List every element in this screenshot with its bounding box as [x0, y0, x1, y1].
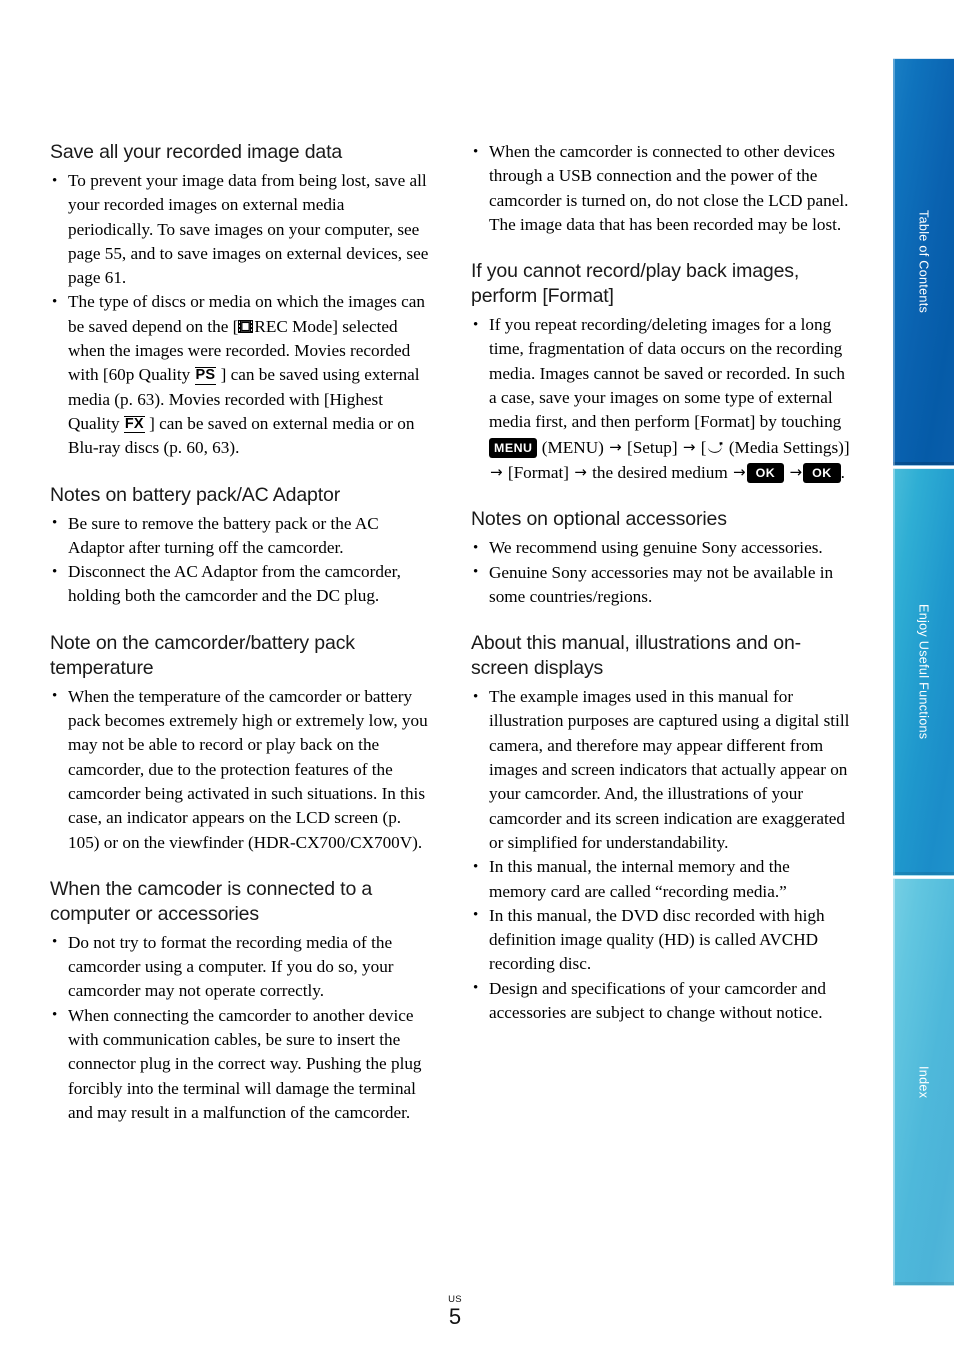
content-block: About this manual, illustrations and on-…: [471, 631, 851, 1025]
bullet-list: If you repeat recording/deleting images …: [471, 313, 851, 485]
quality-mode-badge: FX: [123, 415, 145, 434]
body-text: [: [696, 437, 707, 457]
bullet-list: Be sure to remove the battery pack or th…: [50, 511, 430, 609]
sidebar-tab-label: Enjoy Useful Functions: [916, 604, 931, 740]
bullet-item: Be sure to remove the battery pack or th…: [50, 511, 430, 561]
body-text: We recommend using genuine Sony accessor…: [489, 538, 823, 558]
bullet-item: The type of discs or media on which the …: [50, 290, 430, 460]
content-block: Notes on optional accessories We recommen…: [471, 507, 851, 609]
body-text: Disconnect the AC Adaptor from the camco…: [68, 562, 401, 606]
ok-button-badge: OK: [803, 463, 841, 484]
body-text: [Format]: [503, 462, 574, 482]
film-strip-icon: [238, 319, 254, 333]
body-text: When the temperature of the camcorder or…: [68, 686, 428, 852]
bullet-item: Do not try to format the recording media…: [50, 930, 430, 1004]
body-text: In this manual, the internal memory and …: [489, 857, 790, 901]
sidebar-tab-enjoy-useful-functions[interactable]: Enjoy Useful Functions: [893, 468, 954, 876]
body-text: (Media Settings)]: [724, 437, 850, 457]
tab-label-wrapper: Table of Contents: [893, 59, 954, 465]
bullet-list: We recommend using genuine Sony accessor…: [471, 536, 851, 609]
body-text: To prevent your image data from being lo…: [68, 171, 429, 288]
bullet-list: The example images used in this manual f…: [471, 685, 851, 1025]
section-heading: Note on the camcorder/battery pack tempe…: [50, 631, 355, 679]
side-tab-rail: Table of Contents Enjoy Useful Functions…: [893, 58, 954, 1286]
media-settings-icon: [707, 441, 722, 453]
menu-button-badge: MENU: [489, 438, 538, 459]
bullet-item: To prevent your image data from being lo…: [50, 168, 430, 290]
section-heading: About this manual, illustrations and on-…: [471, 632, 802, 680]
content-block: When the camcorder is connected to other…: [471, 139, 851, 237]
section-heading: Notes on battery pack/AC Adaptor: [50, 483, 341, 506]
ok-button-badge: OK: [746, 463, 785, 484]
content-block: If you cannot record/play back images, p…: [471, 259, 851, 485]
tab-label-wrapper: Index: [893, 879, 954, 1285]
section-heading: When the camcoder is connected to a comp…: [50, 877, 373, 925]
arrow-right-icon: →: [609, 437, 622, 456]
content-block: When the camcoder is connected to a comp…: [50, 877, 430, 1125]
sidebar-tab-label: Table of Contents: [916, 210, 931, 314]
bullet-list: When the camcorder is connected to other…: [471, 139, 851, 237]
arrow-right-icon: →: [789, 462, 803, 481]
body-text: the desired medium: [587, 462, 733, 482]
body-text: Be sure to remove the battery pack or th…: [68, 513, 379, 557]
body-text: (MENU): [537, 437, 609, 457]
document-page: Save all your recorded image data To prev…: [0, 0, 954, 1357]
left-column: Save all your recorded image data To prev…: [50, 140, 430, 1125]
arrow-right-icon: →: [682, 437, 696, 456]
body-text: When connecting the camcorder to another…: [68, 1005, 422, 1122]
bullet-list: When the temperature of the camcorder or…: [50, 684, 430, 855]
sidebar-tab-index[interactable]: Index: [893, 878, 954, 1286]
body-text: The example images used in this manual f…: [489, 687, 850, 852]
bullet-list: Do not try to format the recording media…: [50, 930, 430, 1125]
bullet-item: When the temperature of the camcorder or…: [50, 684, 430, 855]
body-text: If you repeat recording/deleting images …: [489, 315, 846, 432]
bullet-item: We recommend using genuine Sony accessor…: [471, 536, 851, 561]
body-text: In this manual, the DVD disc recorded wi…: [489, 905, 825, 974]
sidebar-tab-label: Index: [916, 1065, 931, 1099]
body-text: Design and specifications of your camcor…: [489, 978, 826, 1023]
page-folio: US 5: [425, 1295, 485, 1329]
body-text: .: [840, 462, 845, 482]
bullet-item: Disconnect the AC Adaptor from the camco…: [50, 560, 430, 609]
bullet-item: Genuine Sony accessories may not be avai…: [471, 560, 851, 610]
bullet-item: When connecting the camcorder to another…: [50, 1003, 430, 1125]
sidebar-tab-table-of-contents[interactable]: Table of Contents: [893, 58, 954, 466]
tab-label-wrapper: Enjoy Useful Functions: [893, 469, 954, 875]
bullet-item: Design and specifications of your camcor…: [471, 976, 851, 1026]
bullet-item: When the camcorder is connected to other…: [471, 139, 851, 237]
section-heading: Save all your recorded image data: [50, 141, 343, 163]
right-column: When the camcorder is connected to other…: [471, 139, 851, 1025]
bullet-item: The example images used in this manual f…: [471, 685, 851, 855]
section-heading: Notes on optional accessories: [471, 508, 727, 531]
bullet-item: In this manual, the internal memory and …: [471, 855, 851, 904]
quality-mode-badge: PS: [194, 367, 217, 385]
two-column-body: Save all your recorded image data To prev…: [50, 139, 851, 1270]
body-text: When the camcorder is connected to other…: [489, 142, 849, 234]
arrow-right-icon: →: [490, 462, 503, 481]
section-heading: If you cannot record/play back images, p…: [471, 260, 800, 308]
arrow-right-icon: →: [574, 462, 587, 481]
content-block: Save all your recorded image data To prev…: [50, 140, 430, 461]
folio-number: 5: [448, 1304, 462, 1329]
content-block: Note on the camcorder/battery pack tempe…: [50, 631, 430, 855]
bullet-item: If you repeat recording/deleting images …: [471, 313, 851, 485]
bullet-list: To prevent your image data from being lo…: [50, 168, 430, 461]
bullet-item: In this manual, the DVD disc recorded wi…: [471, 903, 851, 977]
body-text: Genuine Sony accessories may not be avai…: [489, 562, 834, 606]
body-text: [Setup]: [622, 437, 682, 457]
content-block: Notes on battery pack/AC Adaptor Be sure …: [50, 483, 430, 609]
arrow-right-icon: →: [733, 462, 746, 481]
body-text: Do not try to format the recording media…: [68, 932, 394, 1001]
